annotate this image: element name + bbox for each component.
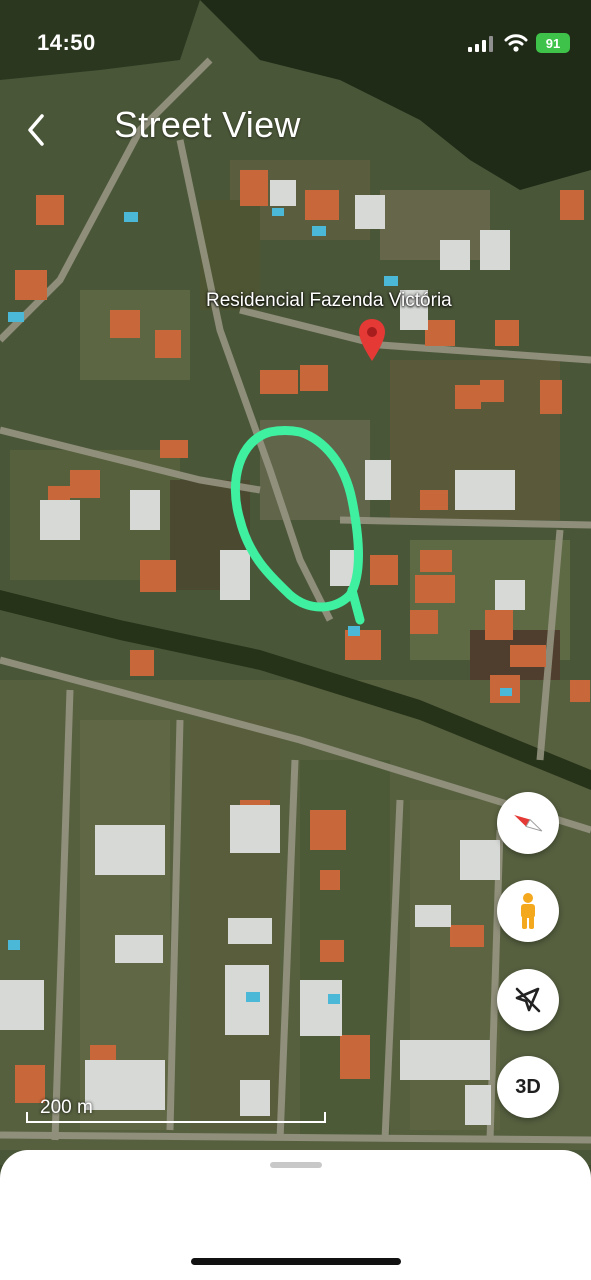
location-off-button[interactable] (497, 969, 559, 1031)
status-bar: 14:50 91 (0, 0, 591, 80)
battery-icon: 91 (536, 33, 570, 53)
header: Street View (0, 100, 591, 160)
compass-button[interactable] (497, 792, 559, 854)
map-pin-icon[interactable] (358, 318, 386, 362)
scale-label: 200 m (40, 1097, 93, 1118)
wifi-icon (504, 34, 528, 52)
home-indicator[interactable] (191, 1258, 401, 1265)
chevron-left-icon[interactable] (22, 110, 52, 150)
battery-level: 91 (545, 35, 561, 51)
sheet-drag-handle[interactable] (270, 1162, 322, 1168)
compass-icon (514, 815, 543, 832)
pegman-button[interactable] (497, 880, 559, 942)
place-label[interactable]: Residencial Fazenda Victória (206, 290, 452, 312)
location-off-icon (515, 987, 541, 1013)
pegman-icon (521, 893, 535, 929)
page-title: Street View (114, 104, 301, 145)
status-time: 14:50 (37, 30, 96, 55)
signal-icon (468, 36, 493, 52)
3d-toggle-button[interactable]: 3D (497, 1056, 559, 1118)
3d-label: 3D (515, 1075, 541, 1098)
